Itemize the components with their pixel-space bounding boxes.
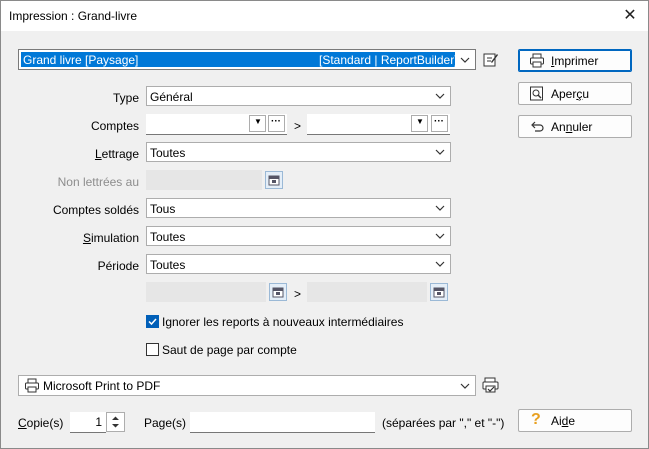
saut-de-page-checkbox[interactable] bbox=[146, 343, 159, 356]
comptes-to-browse-button[interactable]: ··· bbox=[431, 115, 448, 132]
ellipsis-icon: ··· bbox=[271, 116, 281, 127]
saut-de-page-label[interactable]: Saut de page par compte bbox=[162, 343, 297, 357]
dropdown-arrow-icon: ▼ bbox=[254, 117, 262, 126]
simulation-value: Toutes bbox=[150, 230, 186, 244]
report-select[interactable]: Grand livre [Paysage] [Standard | Report… bbox=[18, 49, 476, 70]
comptes-to-dropdown[interactable]: ▼ bbox=[411, 115, 428, 132]
cancel-button-label: Annuler bbox=[551, 120, 593, 134]
lettrage-select[interactable]: Toutes bbox=[146, 142, 451, 162]
ellipsis-icon: ··· bbox=[434, 116, 444, 127]
comptes-label: Comptes bbox=[90, 119, 139, 133]
ignorer-reports-checkbox[interactable] bbox=[146, 315, 159, 328]
non-lettrees-date-field bbox=[146, 170, 262, 190]
periode-to-date-field bbox=[307, 282, 427, 302]
calendar-icon bbox=[433, 287, 445, 298]
copies-value: 1 bbox=[95, 415, 102, 429]
comptes-range-separator: > bbox=[294, 119, 302, 133]
periode-range-separator: > bbox=[294, 287, 302, 301]
pages-label: Page(s) bbox=[144, 416, 187, 430]
print-dialog: Impression : Grand-livre ✕ Grand livre [… bbox=[0, 0, 649, 449]
non-lettrees-calendar-button bbox=[265, 171, 283, 189]
type-select[interactable]: Général bbox=[146, 86, 451, 106]
print-button-label: Imprimer bbox=[551, 54, 599, 68]
printer-properties-button[interactable] bbox=[481, 376, 500, 395]
periode-value: Toutes bbox=[150, 258, 186, 272]
chevron-down-icon bbox=[435, 233, 445, 239]
chevron-down-icon bbox=[460, 383, 470, 389]
dropdown-arrow-icon: ▼ bbox=[416, 117, 424, 126]
copies-stepper[interactable] bbox=[106, 412, 125, 432]
printer-name: Microsoft Print to PDF bbox=[43, 379, 161, 393]
comptes-soldes-label: Comptes soldés bbox=[52, 203, 139, 217]
periode-from-calendar-button bbox=[269, 283, 287, 301]
printer-icon bbox=[530, 53, 544, 68]
chevron-down-icon bbox=[435, 205, 445, 211]
simulation-label: Simulation bbox=[82, 231, 139, 245]
checkmark-icon bbox=[148, 318, 157, 326]
chevron-down-icon bbox=[460, 57, 470, 63]
question-mark-icon: ? bbox=[531, 411, 541, 428]
magnifier-icon bbox=[530, 86, 543, 101]
printer-icon bbox=[25, 378, 39, 393]
non-lettrees-label: Non lettrées au bbox=[57, 175, 139, 189]
ignorer-reports-label[interactable]: Ignorer les reports à nouveaux intermédi… bbox=[162, 315, 403, 329]
lettrage-value: Toutes bbox=[150, 146, 186, 160]
preview-button[interactable]: Aperçu bbox=[518, 82, 632, 105]
undo-arrow-icon bbox=[531, 121, 544, 132]
edit-report-button[interactable] bbox=[481, 50, 500, 69]
calendar-icon bbox=[272, 287, 284, 298]
printer-select[interactable]: Microsoft Print to PDF bbox=[18, 375, 476, 396]
periode-select[interactable]: Toutes bbox=[146, 254, 451, 274]
comptes-soldes-value: Tous bbox=[150, 202, 176, 216]
copies-label: Copie(s) bbox=[18, 416, 64, 430]
pages-hint: (séparées par "," et "-") bbox=[382, 416, 505, 430]
copies-field[interactable]: 1 bbox=[70, 412, 106, 433]
pages-field[interactable] bbox=[190, 412, 375, 433]
type-label: Type bbox=[112, 91, 139, 105]
close-icon[interactable]: ✕ bbox=[618, 5, 642, 27]
comptes-to-field[interactable] bbox=[307, 114, 450, 135]
periode-label: Période bbox=[97, 259, 139, 273]
comptes-from-browse-button[interactable]: ··· bbox=[268, 115, 285, 132]
type-value: Général bbox=[150, 90, 193, 104]
chevron-down-icon bbox=[435, 93, 445, 99]
lettrage-label: Lettrage bbox=[94, 147, 139, 161]
edit-icon bbox=[483, 53, 498, 67]
simulation-select[interactable]: Toutes bbox=[146, 226, 451, 246]
print-button[interactable]: Imprimer bbox=[518, 49, 632, 72]
report-name: Grand livre [Paysage] bbox=[23, 53, 139, 67]
title-bar: Impression : Grand-livre ✕ bbox=[1, 1, 648, 31]
comptes-soldes-select[interactable]: Tous bbox=[146, 198, 451, 218]
periode-to-calendar-button bbox=[430, 283, 448, 301]
comptes-from-dropdown[interactable]: ▼ bbox=[249, 115, 266, 132]
chevron-down-icon bbox=[435, 261, 445, 267]
window-title: Impression : Grand-livre bbox=[9, 9, 138, 23]
stepper-arrows-icon bbox=[112, 416, 119, 428]
printer-properties-icon bbox=[482, 377, 499, 393]
chevron-down-icon bbox=[435, 149, 445, 155]
help-button[interactable]: ? Aide bbox=[518, 409, 632, 432]
report-engine: [Standard | ReportBuilder] bbox=[319, 53, 458, 67]
cancel-button[interactable]: Annuler bbox=[518, 115, 632, 138]
calendar-icon bbox=[268, 175, 280, 186]
periode-from-date-field bbox=[146, 282, 266, 302]
preview-button-label: Aperçu bbox=[551, 87, 590, 101]
help-button-label: Aide bbox=[551, 414, 576, 428]
